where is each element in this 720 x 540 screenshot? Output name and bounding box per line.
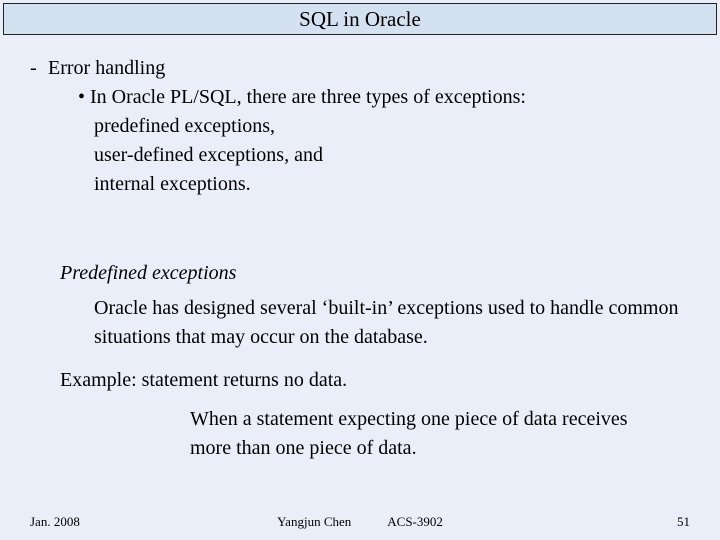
heading-row: - Error handling bbox=[30, 54, 690, 83]
footer-author: Yangjun Chen bbox=[277, 514, 351, 529]
exception-type-3: internal exceptions. bbox=[30, 170, 690, 199]
heading-text: Error handling bbox=[48, 54, 165, 83]
footer-page-number: 51 bbox=[677, 514, 690, 530]
dash-bullet: - bbox=[30, 54, 48, 83]
section-heading: Predefined exceptions bbox=[30, 259, 690, 288]
slide-footer: Jan. 2008 Yangjun Chen ACS-3902 51 bbox=[30, 514, 690, 530]
exception-type-2: user-defined exceptions, and bbox=[30, 141, 690, 170]
example-line: Example: statement returns no data. bbox=[30, 366, 690, 395]
slide: SQL in Oracle - Error handling • In Orac… bbox=[0, 0, 720, 540]
example-paragraph: When a statement expecting one piece of … bbox=[30, 405, 690, 463]
footer-center: Yangjun Chen ACS-3902 bbox=[30, 514, 690, 530]
slide-body: - Error handling • In Oracle PL/SQL, the… bbox=[30, 54, 690, 463]
sub-bullet: • In Oracle PL/SQL, there are three type… bbox=[30, 83, 690, 112]
exception-type-1: predefined exceptions, bbox=[30, 112, 690, 141]
footer-date: Jan. 2008 bbox=[30, 514, 80, 530]
slide-title: SQL in Oracle bbox=[3, 3, 717, 35]
footer-course: ACS-3902 bbox=[387, 514, 443, 529]
section-paragraph: Oracle has designed several ‘built-in’ e… bbox=[30, 294, 690, 352]
